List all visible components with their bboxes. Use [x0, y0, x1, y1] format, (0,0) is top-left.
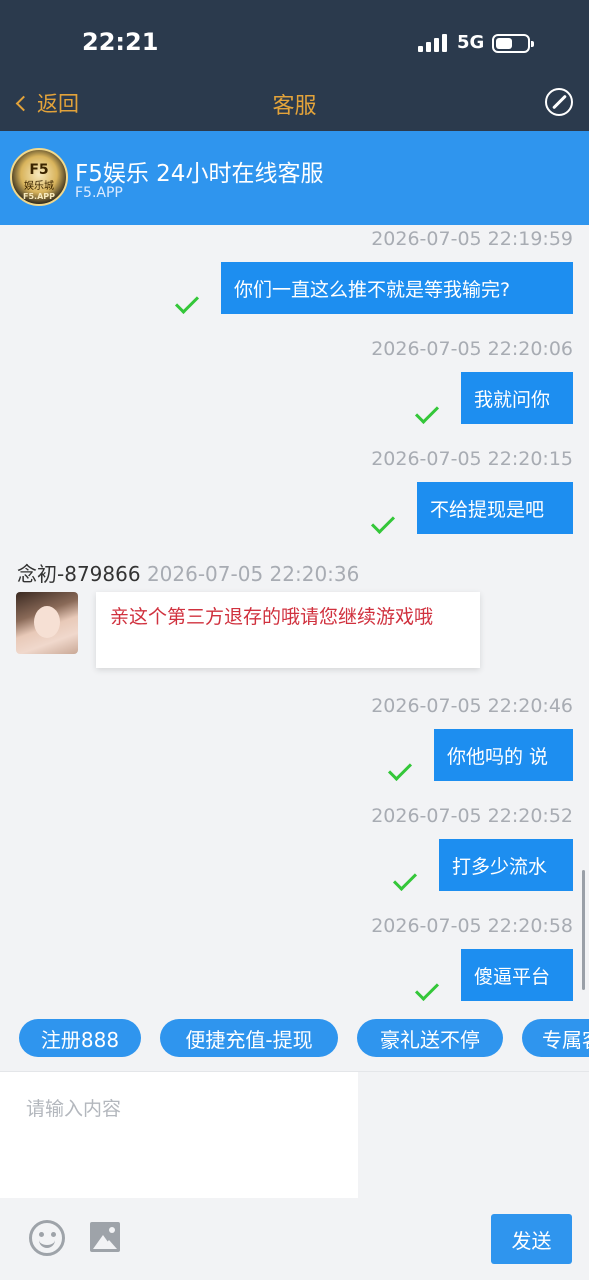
- agent-avatar[interactable]: [16, 592, 78, 654]
- message-timestamp: 2026-07-05 22:20:58: [371, 915, 573, 937]
- compass-icon[interactable]: [545, 88, 573, 116]
- outgoing-message-bubble[interactable]: 不给提现是吧: [417, 482, 573, 534]
- back-button[interactable]: 返回: [12, 88, 79, 118]
- battery-icon: [492, 34, 534, 53]
- quick-reply-chip[interactable]: 便捷充值-提现: [160, 1019, 338, 1057]
- quick-reply-chip[interactable]: 豪礼送不停: [357, 1019, 503, 1057]
- service-logo: F5 娱乐城 F5.APP: [10, 148, 68, 206]
- logo-text-top: F5: [29, 162, 49, 178]
- chevron-left-icon: [15, 95, 32, 111]
- composer: 发送: [0, 1071, 589, 1280]
- delivered-check-icon: [370, 509, 396, 535]
- image-icon[interactable]: [90, 1222, 120, 1252]
- outgoing-message-bubble[interactable]: 打多少流水: [439, 839, 573, 891]
- message-timestamp: 2026-07-05 22:20:52: [371, 805, 573, 827]
- delivered-check-icon: [387, 756, 413, 782]
- quick-reply-bar[interactable]: 注册888 便捷充值-提现 豪礼送不停 专属客: [0, 1005, 589, 1071]
- logo-text-bottom: F5.APP: [23, 192, 55, 201]
- network-label: 5G: [457, 32, 485, 53]
- quick-reply-chip[interactable]: 注册888: [19, 1019, 141, 1057]
- agent-sender-line: 念初-879866 2026-07-05 22:20:36: [17, 558, 359, 587]
- message-list[interactable]: 2026-07-05 22:19:59 你们一直这么推不就是等我输完? 2026…: [0, 225, 589, 1005]
- service-subtitle: F5.APP: [75, 185, 123, 201]
- outgoing-message-bubble[interactable]: 你他吗的 说: [434, 729, 573, 781]
- signal-icon: [418, 34, 448, 52]
- top-bar: 22:21 5G 返回 客服: [0, 0, 589, 131]
- message-timestamp: 2026-07-05 22:20:06: [371, 338, 573, 360]
- incoming-message-bubble[interactable]: 亲这个第三方退存的哦请您继续游戏哦: [96, 592, 480, 668]
- emoji-icon[interactable]: [29, 1220, 65, 1256]
- delivered-check-icon: [414, 976, 440, 1002]
- send-button[interactable]: 发送: [491, 1214, 572, 1264]
- scrollbar[interactable]: [582, 870, 585, 990]
- message-input[interactable]: [0, 1072, 358, 1198]
- page-title: 客服: [272, 94, 317, 119]
- logo-text-middle: 娱乐城: [24, 181, 54, 192]
- delivered-check-icon: [392, 866, 418, 892]
- service-name: F5娱乐 24小时在线客服: [75, 161, 324, 187]
- message-timestamp: 2026-07-05 22:20:36: [146, 562, 360, 586]
- delivered-check-icon: [174, 289, 200, 315]
- back-label: 返回: [37, 92, 79, 116]
- message-timestamp: 2026-07-05 22:20:46: [371, 695, 573, 717]
- quick-reply-chip[interactable]: 专属客: [522, 1019, 589, 1057]
- outgoing-message-bubble[interactable]: 你们一直这么推不就是等我输完?: [221, 262, 573, 314]
- delivered-check-icon: [414, 399, 440, 425]
- message-timestamp: 2026-07-05 22:20:15: [371, 448, 573, 470]
- message-timestamp: 2026-07-05 22:19:59: [371, 228, 573, 250]
- outgoing-message-bubble[interactable]: 我就问你: [461, 372, 573, 424]
- status-time: 22:21: [82, 28, 159, 56]
- outgoing-message-bubble[interactable]: 傻逼平台: [461, 949, 573, 1001]
- agent-name: 念初-879866: [17, 562, 141, 586]
